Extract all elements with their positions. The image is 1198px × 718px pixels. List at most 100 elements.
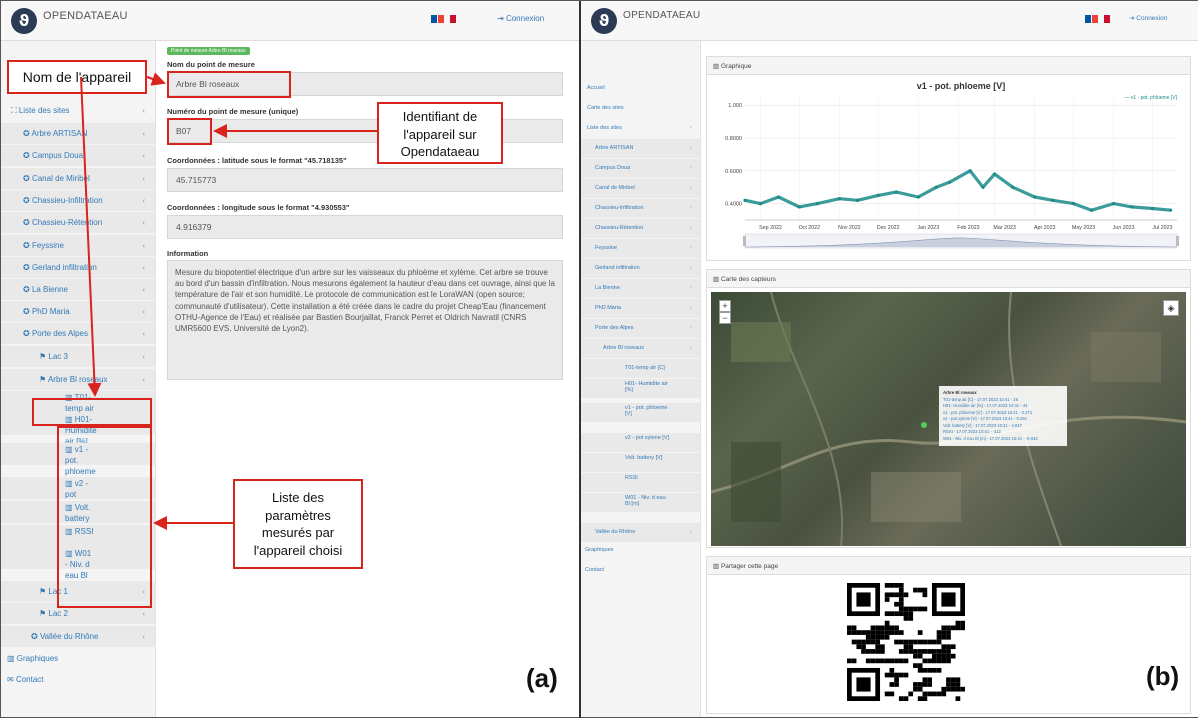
sidebar-item[interactable]: Carte des sites — [581, 99, 700, 118]
line-chart[interactable]: v1 - pot. phloeme [V] — v1 - pot. phloeme… — [707, 75, 1190, 260]
chevron-left-icon: ‹ — [690, 225, 692, 231]
sidebar-item[interactable]: ⚑ Arbre Bl roseaux ‹ — [1, 369, 155, 390]
sidebar-item[interactable]: ✪ PhD Maria ‹ — [1, 301, 155, 322]
top-navbar: ϑ OPENDATAEAU ⇥ Connexion — [1, 1, 579, 41]
sidebar-item[interactable]: ✪ Gerland infiltration ‹ — [1, 257, 155, 278]
qr-module — [955, 696, 961, 701]
sidebar-item[interactable]: T01-temp air [C] — [581, 359, 700, 378]
layers-icon[interactable]: ◈ — [1163, 300, 1179, 316]
france-flag-icon[interactable] — [1085, 15, 1091, 23]
sidebar-item-label: Campus Doua — [595, 165, 631, 171]
latitude-field[interactable]: 45.715773 — [167, 168, 563, 192]
qr-module — [898, 658, 904, 664]
sidebar-item[interactable]: RSSI — [581, 473, 700, 492]
chevron-left-icon: ‹ — [142, 329, 145, 338]
sidebar-item[interactable]: H01- Humidite air [%] — [581, 379, 700, 398]
france-flag-icon[interactable] — [431, 15, 437, 23]
sidebar-item[interactable]: v1 - pot. phloeme [V] — [581, 403, 700, 422]
sidebar-item[interactable]: ⛶ Liste des sites ‹ — [1, 100, 155, 121]
chevron-left-icon: ‹ — [142, 174, 145, 183]
qr-module — [889, 691, 895, 697]
sidebar-item[interactable]: Chassieu-Rétention ‹ — [581, 219, 700, 238]
sidebar-item[interactable]: v2 - pot xylene [V] — [581, 433, 700, 452]
sidebar-item[interactable]: ⚑ Lac 3 ‹ — [1, 346, 155, 367]
qr-module — [950, 677, 956, 683]
sidebar-item[interactable]: Contact — [581, 561, 700, 580]
sidebar-item[interactable]: Gerland infiltration ‹ — [581, 259, 700, 278]
sidebar-item-label: H01- Humidite air [%] — [625, 381, 668, 393]
qr-module — [946, 649, 951, 654]
popup-line[interactable]: W01 - Niv. d eau Bl [m] - 17.07.2023 10:… — [943, 436, 1063, 443]
qr-module — [917, 639, 923, 645]
sidebar-item[interactable]: ✪ Feyssine ‹ — [1, 235, 155, 256]
qr-module — [913, 663, 918, 668]
sidebar-item[interactable]: ✉ Contact — [1, 669, 155, 690]
data-point — [934, 185, 939, 189]
login-link-b[interactable]: ⇥ Connexion — [1129, 14, 1167, 22]
qr-module — [884, 630, 890, 635]
sidebar-item[interactable]: ✪ Chassieu-Rétention ‹ — [1, 212, 155, 233]
y-tick-label: 1.000 — [728, 103, 742, 109]
sidebar-item[interactable]: ▥ Graphiques — [1, 648, 155, 669]
sidebar-item[interactable]: Chassieu-Infiltration ‹ — [581, 199, 700, 218]
sidebar-item-label: Chassieu-Rétention — [31, 218, 103, 227]
sidebar-item[interactable]: Arbre Bl roseaux ‹ — [581, 339, 700, 358]
uk-flag-icon[interactable] — [450, 15, 457, 23]
qr-module — [936, 667, 942, 673]
sidebar-item[interactable]: Campus Doua ‹ — [581, 159, 700, 178]
qr-module — [917, 667, 923, 673]
longitude-field[interactable]: 4.916379 — [167, 215, 563, 239]
qr-module — [908, 606, 914, 612]
sidebar-item[interactable]: Porte des Alpes ‹ — [581, 319, 700, 338]
zoom-in-button[interactable]: + — [719, 300, 731, 312]
sidebar-item[interactable]: ✪ Vallée du Rhône ‹ — [1, 626, 155, 647]
sidebar-item-icon: ✉ — [7, 675, 16, 684]
sidebar-item[interactable]: ✪ Arbre ARTISAN ‹ — [1, 123, 155, 144]
qr-module — [917, 587, 923, 593]
qr-module — [861, 649, 866, 654]
qr-module — [889, 583, 895, 588]
qr-module — [941, 625, 947, 631]
sidebar-item[interactable]: La Bienne ‹ — [581, 279, 700, 298]
login-link[interactable]: ⇥ Connexion — [497, 14, 544, 23]
sidebar-item[interactable]: Canal de Miribel ‹ — [581, 179, 700, 198]
device-highlight — [32, 398, 152, 426]
map-marker-icon[interactable] — [921, 422, 927, 428]
data-point — [1090, 208, 1094, 212]
sidebar-item-label: Contact — [15, 675, 44, 684]
sidebar-item[interactable]: Liste des sites ‹ — [581, 119, 700, 138]
sidebar-item[interactable]: Graphiques — [581, 541, 700, 560]
sidebar-item[interactable]: ✪ Canal de Miribel ‹ — [1, 168, 155, 189]
uk-flag-icon[interactable] — [1104, 15, 1111, 23]
sidebar-item[interactable]: Arbre ARTISAN ‹ — [581, 139, 700, 158]
qr-module — [950, 644, 956, 650]
qr-module — [884, 672, 890, 678]
sidebar-item[interactable]: Vallée du Rhône ‹ — [581, 523, 700, 542]
sidebar-item-label: Vallée du Rhône — [595, 529, 636, 535]
qr-module — [955, 625, 961, 631]
language-flags[interactable] — [431, 15, 457, 25]
sidebar-item[interactable]: PhD Maria ‹ — [581, 299, 700, 318]
name-label: Nom du point de mesure — [167, 60, 255, 69]
logo-icon: ϑ — [591, 8, 617, 34]
zoom-out-button[interactable]: − — [719, 312, 731, 324]
qr-module — [870, 649, 876, 654]
sidebar-item[interactable]: W01 - Niv. d eau Bl [m] — [581, 493, 700, 512]
number-field[interactable]: B07 — [167, 119, 563, 143]
sidebar-item[interactable]: ✪ Porte des Alpes ‹ — [1, 323, 155, 344]
qr-module — [894, 682, 899, 687]
satellite-map[interactable]: + − ◈ Arbre Bl roseaux T01-temp air [C] … — [711, 292, 1186, 546]
map-card-title: Carte des capteurs — [720, 276, 776, 283]
sidebar-item[interactable]: ✪ Campus Doua ‹ — [1, 145, 155, 166]
qr-module — [903, 672, 909, 678]
information-textarea[interactable]: Mesure du biopotentiel électrique d'un a… — [167, 260, 563, 380]
sidebar-item-icon: ⚑ — [39, 375, 48, 384]
sidebar-item[interactable]: Volt. battery [V] — [581, 453, 700, 472]
sidebar-item[interactable]: Feyssine ‹ — [581, 239, 700, 258]
language-flags-b[interactable] — [1085, 15, 1111, 25]
sidebar-item[interactable]: ✪ La Bienne ‹ — [1, 279, 155, 300]
sidebar-item[interactable]: Accueil — [581, 79, 700, 98]
sidebar-item-label: Liste des sites — [18, 106, 70, 115]
sidebar-item[interactable]: ✪ Chassieu-Infiltration ‹ — [1, 190, 155, 211]
sidebar-item-label: Chassieu-Rétention — [595, 225, 644, 231]
